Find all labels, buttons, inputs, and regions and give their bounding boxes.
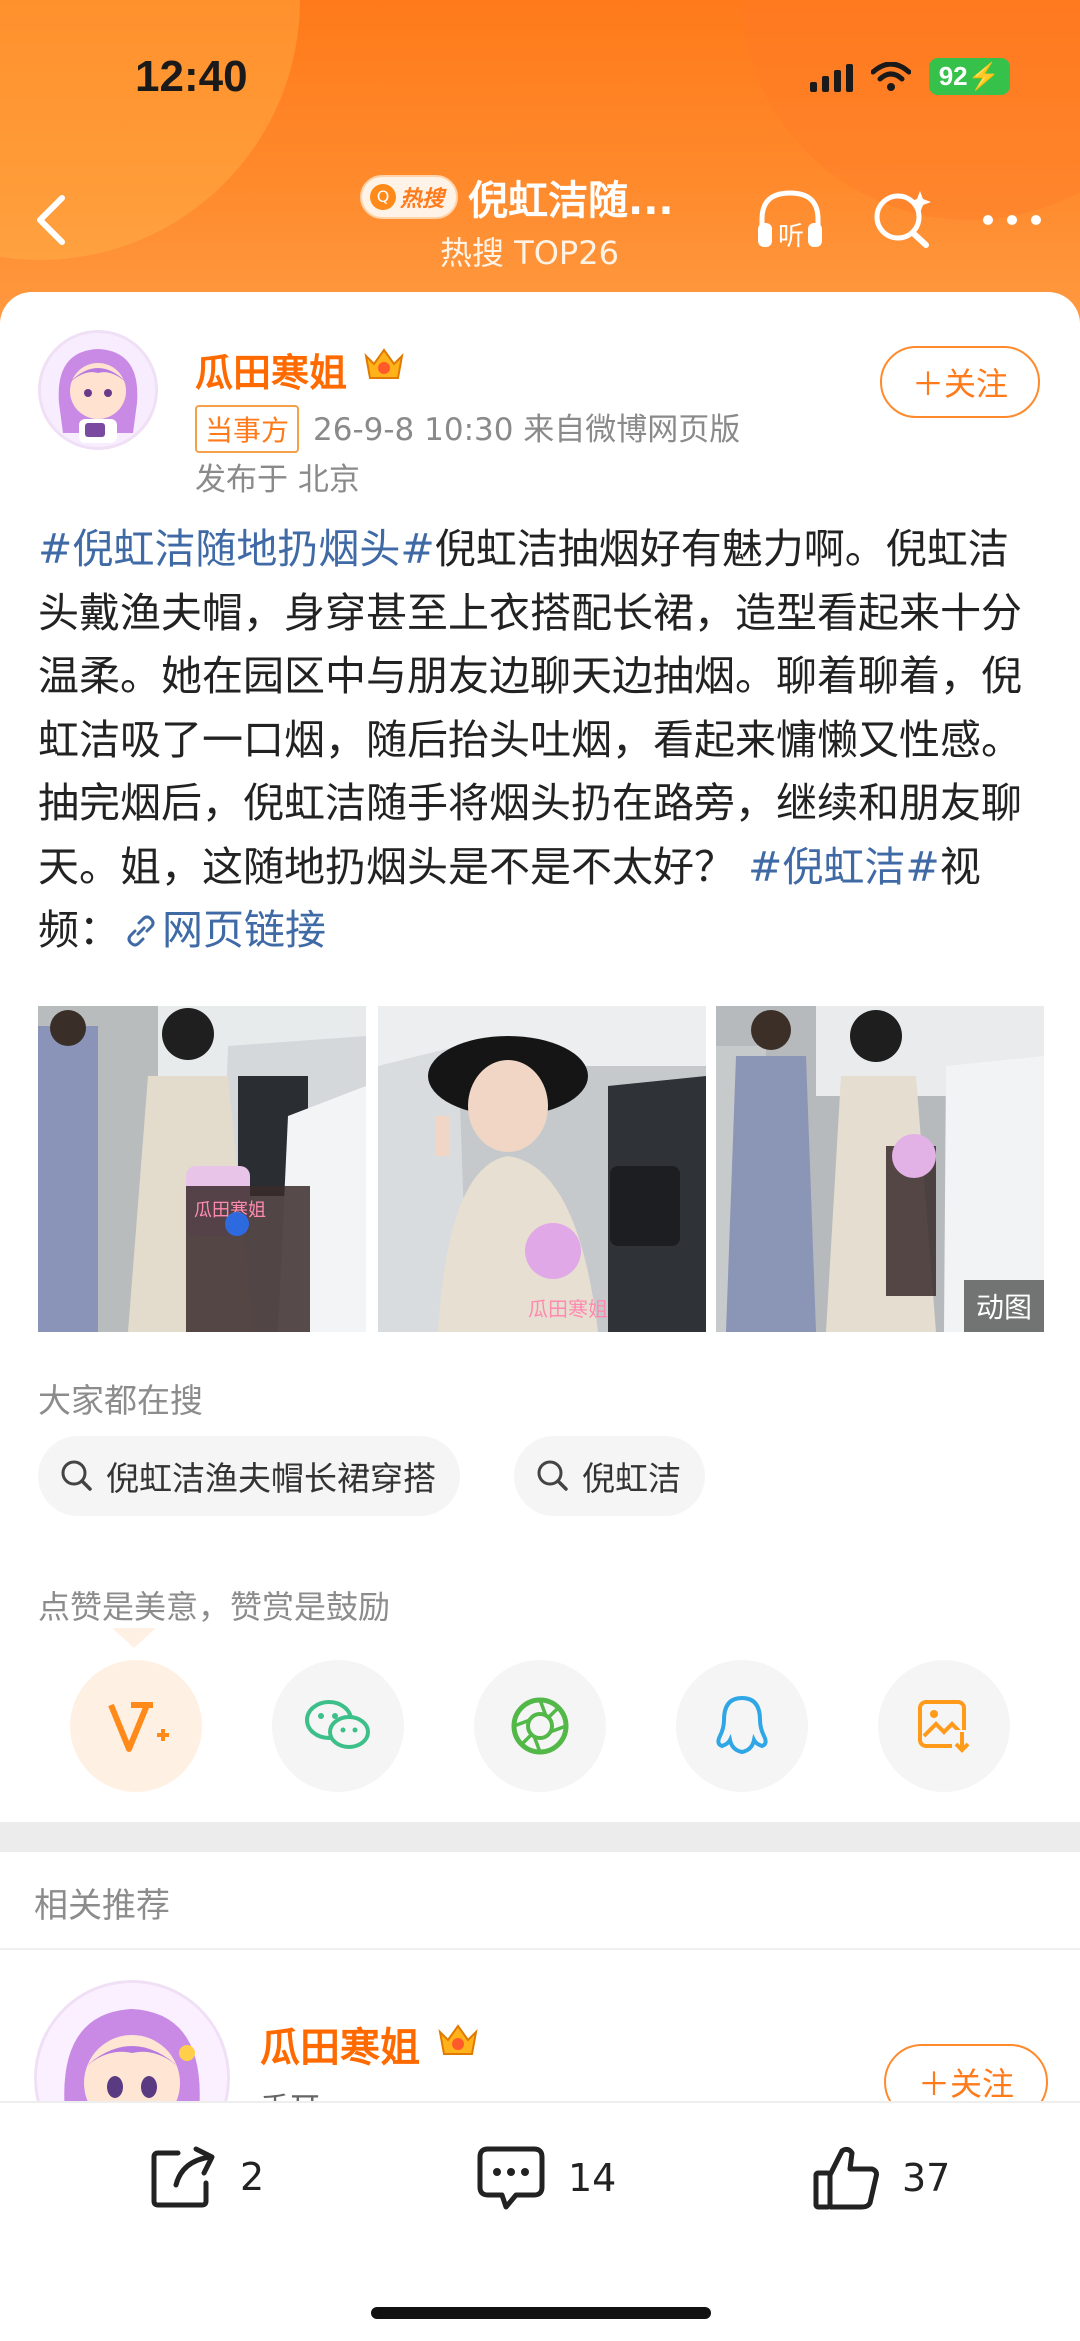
cellular-signal-icon [809,62,853,92]
top-header: 12:40 92⚡ Q 热搜 倪虹洁随... 热搜 TOP26 听 [0,0,1080,330]
recommend-title: 相关推荐 [34,1886,170,1926]
recommend-author-name[interactable]: 瓜田寒姐 [260,2015,420,2073]
post-text-segment: 倪虹洁抽烟好有魅力啊。倪虹洁头戴渔夫帽，身穿甚至上衣搭配长裙，造型看起来十分温柔… [38,525,1022,891]
search-chip[interactable]: 倪虹洁渔夫帽长裙穿搭 [38,1436,460,1516]
save-image-button[interactable] [878,1660,1010,1792]
thumbs-up-icon [813,2146,879,2210]
search-icon [61,1460,92,1491]
divider [0,1948,1080,1950]
vplus-reward-icon [108,1702,169,1752]
vip-crown-icon [364,348,404,379]
repost-count: 2 [240,2155,265,2199]
web-link[interactable]: 网页链接 [120,906,326,954]
section-divider [0,1822,1080,1852]
wifi-icon [870,61,911,91]
back-arrow-icon[interactable] [28,190,78,250]
wechat-icon [305,1700,370,1749]
repost-button[interactable]: 2 [148,2143,264,2211]
post-text: #倪虹洁随地扔烟头#倪虹洁抽烟好有魅力啊。倪虹洁头戴渔夫帽，身穿甚至上衣搭配长裙… [38,518,1048,963]
search-icon [537,1460,568,1491]
search-sparkle-icon[interactable] [868,185,938,255]
share-moments-button[interactable] [474,1660,606,1792]
comment-button[interactable]: 14 [474,2143,616,2213]
reward-label: 点赞是美意，赞赏是鼓励 [38,1588,391,1626]
avatar-illustration [41,333,155,447]
battery-indicator: 92⚡ [928,58,1010,95]
moments-icon [511,1697,569,1755]
share-wechat-button[interactable] [272,1660,404,1792]
author-tag: 当事方 [195,405,300,453]
search-icon: Q [370,184,396,210]
photo-image: 瓜田寒姐 [378,1006,706,1332]
author-name[interactable]: 瓜田寒姐 [195,342,347,397]
topic-link[interactable]: #倪虹洁# [748,843,940,891]
everyone-searching-label: 大家都在搜 [38,1381,203,1420]
save-image-icon [918,1700,972,1754]
share-qq-button[interactable] [676,1660,808,1792]
post-meta: 26-9-8 10:30 来自微博网页版 [313,412,741,448]
like-count: 37 [902,2156,951,2200]
link-icon [127,915,155,947]
like-button[interactable]: 37 [812,2143,950,2213]
search-chip-label: 倪虹洁 [582,1459,681,1498]
gif-badge: 动图 [963,1280,1044,1332]
header-title[interactable]: Q 热搜 倪虹洁随... [360,168,740,226]
repost-icon [151,2146,215,2208]
avatar[interactable] [38,330,158,450]
photo-watermark: 瓜田寒姐 [528,1297,608,1321]
pointer-indicator [112,1628,156,1648]
headphones-listen-icon[interactable]: 听 [752,185,828,255]
vip-crown-icon [438,2024,478,2055]
status-time: 12:40 [135,52,248,101]
comment-icon [477,2146,545,2210]
topic-link[interactable]: #倪虹洁随地扔烟头# [38,525,435,573]
post-location: 发布于 北京 [195,462,360,498]
home-indicator[interactable] [371,2307,711,2319]
page-subtitle: 热搜 TOP26 [440,234,619,272]
listen-label: 听 [778,222,804,252]
comment-count: 14 [568,2156,617,2200]
post-photo-3[interactable]: 动图 [716,1006,1044,1332]
reward-button[interactable] [70,1660,202,1792]
bottom-action-bar: 2 14 37 [0,2101,1080,2341]
page-title: 倪虹洁随... [468,178,674,224]
follow-button[interactable]: ＋关注 [880,346,1040,418]
search-chip[interactable]: 倪虹洁 [514,1436,705,1516]
post-photo-2[interactable]: 瓜田寒姐 [378,1006,706,1332]
qq-icon [716,1695,768,1755]
search-chip-label: 倪虹洁渔夫帽长裙穿搭 [106,1459,436,1498]
hot-search-badge: Q 热搜 [360,175,459,219]
post-photo-1[interactable]: 瓜田寒姐 [38,1006,366,1332]
photo-image: 瓜田寒姐 [38,1006,366,1332]
more-icon[interactable] [980,210,1044,230]
status-icons: 92⚡ [809,58,1010,95]
